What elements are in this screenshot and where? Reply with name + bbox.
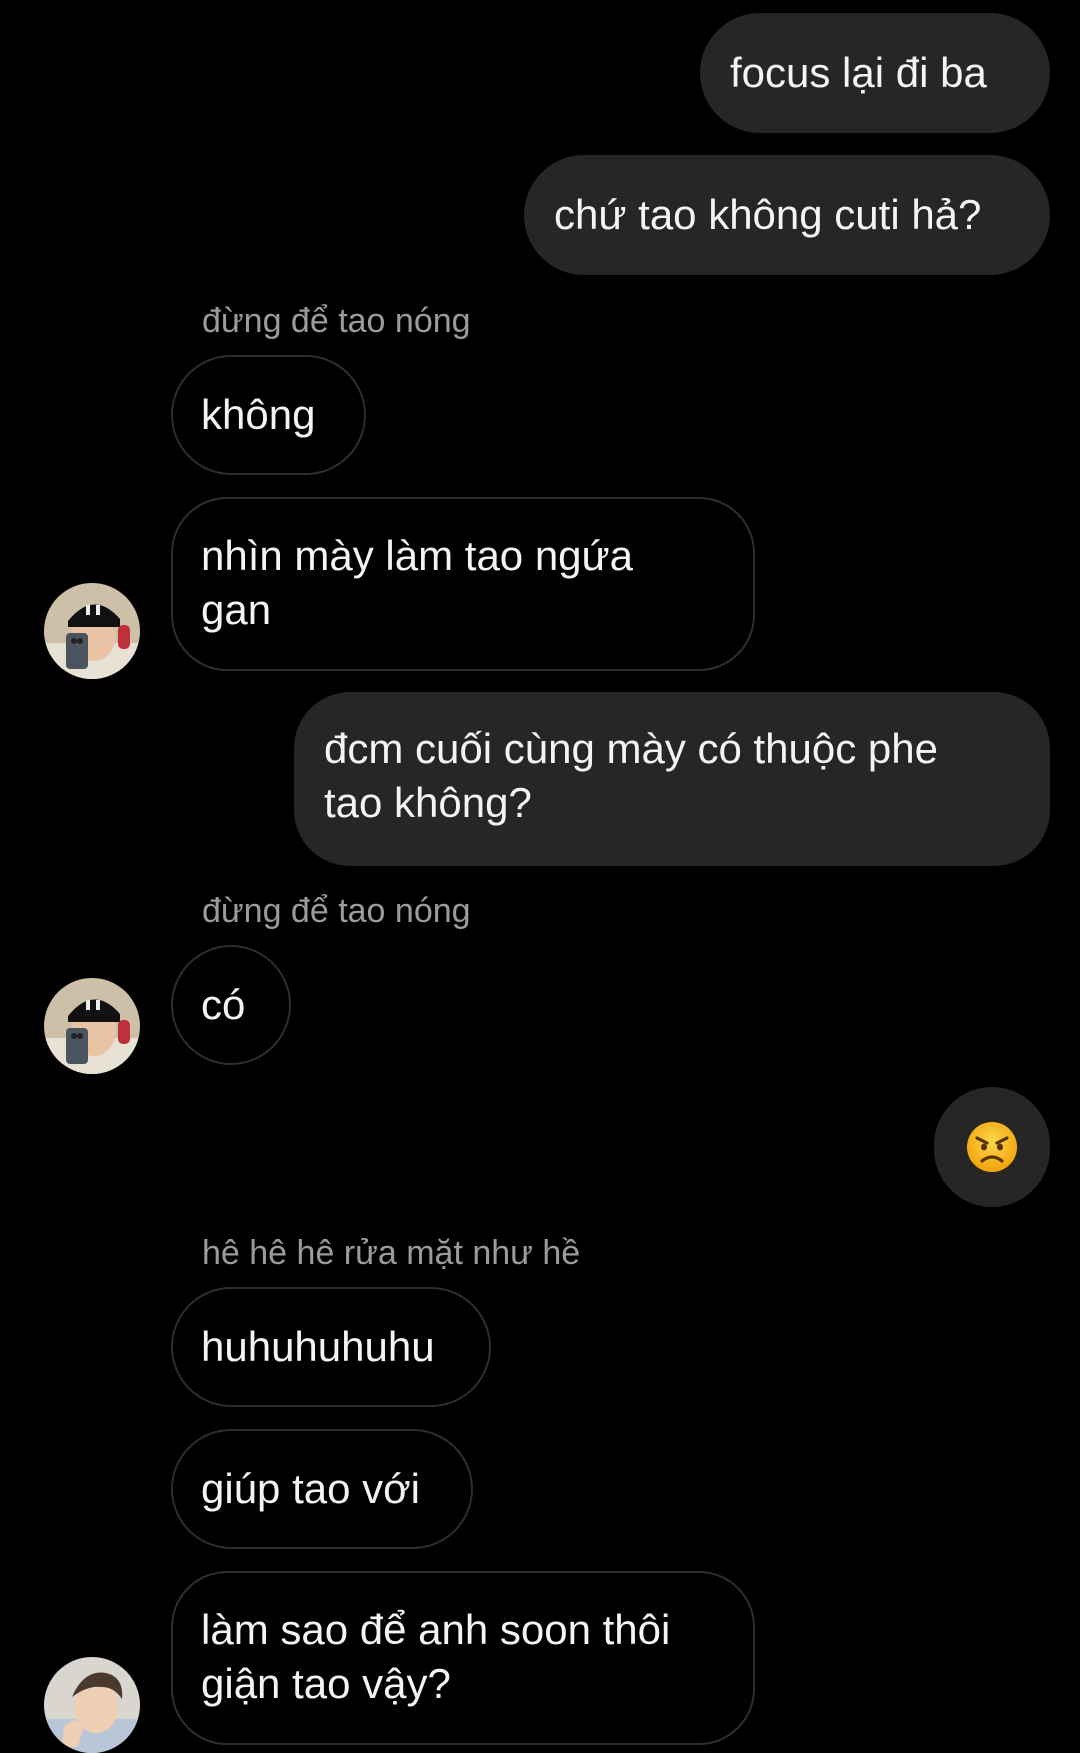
avatar-image [44,583,140,679]
incoming-message[interactable]: nhìn mày làm tao ngứa gan [171,497,755,671]
message-text: không [201,391,316,438]
message-text-line: làm sao để anh soon thôi [201,1606,671,1653]
message-text: có [201,981,246,1028]
incoming-message[interactable]: có [171,945,291,1065]
outgoing-message[interactable]: chứ tao không cuti hả? [524,155,1050,275]
angry-emoji-message[interactable] [934,1087,1050,1207]
contact-avatar[interactable] [44,583,140,679]
message-text-line: tao không? [324,779,532,826]
message-text: chứ tao không cuti hả? [554,191,982,238]
avatar-image [44,1657,140,1753]
message-text-line: đcm cuối cùng mày có thuộc phe [324,725,939,772]
contact-avatar[interactable] [44,978,140,1074]
message-text: giúp tao với [201,1465,421,1512]
sender-name: đừng để tao nóng [202,892,471,930]
message-text-line: gan [201,586,272,633]
message-text-line: giận tao vậy? [201,1660,451,1707]
sender-name: hê hê hê rửa mặt như hề [202,1234,581,1272]
incoming-message[interactable]: giúp tao với [171,1429,473,1549]
sender-name: đừng để tao nóng [202,302,471,340]
outgoing-message[interactable]: đcm cuối cùng mày có thuộc phe tao không… [294,692,1050,866]
message-text: focus lại đi ba [730,49,987,96]
message-text: huhuhuhuhu [201,1323,435,1370]
avatar-image [44,978,140,1074]
message-text-line: nhìn mày làm tao ngứa [201,532,634,579]
outgoing-message[interactable]: focus lại đi ba [700,13,1050,133]
incoming-message[interactable]: không [171,355,366,475]
contact-avatar[interactable] [44,1657,140,1753]
angry-face-emoji-icon [967,1122,1017,1172]
incoming-message[interactable]: huhuhuhuhu [171,1287,491,1407]
incoming-message[interactable]: làm sao để anh soon thôi giận tao vậy? [171,1571,755,1745]
header-cutoff: ▔▔▔▔▔▔ [470,0,651,17]
